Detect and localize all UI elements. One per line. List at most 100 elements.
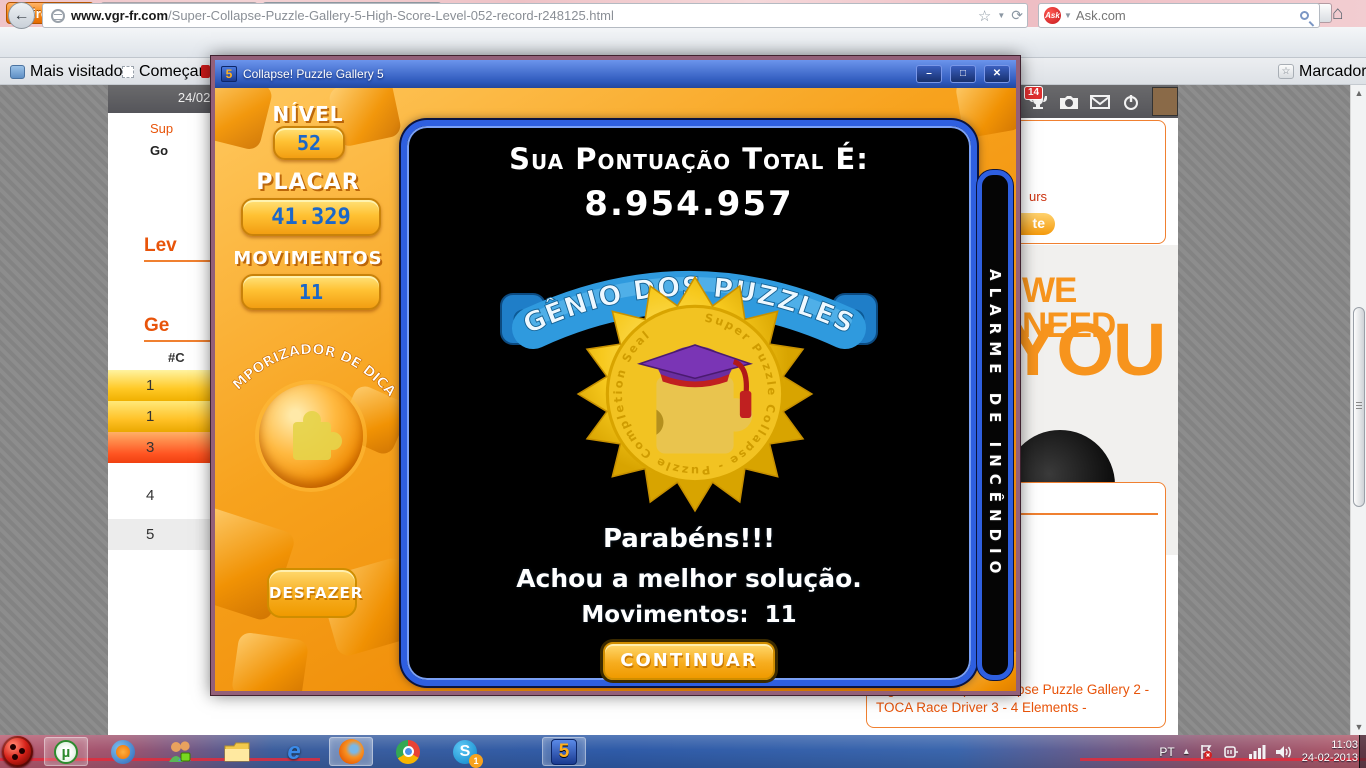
taskbar-utorrent[interactable]: µ bbox=[44, 737, 88, 766]
bookmark-most-visited[interactable]: Mais visitados bbox=[10, 58, 130, 85]
rank-cell: 5 bbox=[146, 526, 154, 543]
url-dropdown-icon[interactable]: ▼ bbox=[997, 11, 1005, 20]
search-icon[interactable] bbox=[1300, 11, 1309, 20]
system-tray: PT ▴ 11:03 24-02-2013 bbox=[1159, 735, 1358, 768]
globe-icon bbox=[51, 9, 65, 23]
power-icon[interactable] bbox=[1121, 94, 1141, 110]
action-center-flag-icon[interactable] bbox=[1198, 744, 1214, 760]
utorrent-icon: µ bbox=[54, 740, 78, 764]
power-plug-icon[interactable] bbox=[1223, 744, 1239, 760]
cube-decoration bbox=[231, 631, 309, 691]
game-link-line[interactable]: TOCA Race Driver 3 - 4 Elements - bbox=[876, 699, 1159, 717]
table-row: 3 bbox=[108, 432, 222, 463]
language-indicator[interactable]: PT bbox=[1159, 745, 1174, 759]
page-date: 24/02/ bbox=[178, 90, 214, 105]
game-minimize-button[interactable]: – bbox=[916, 65, 942, 83]
score-value: 41.329 bbox=[241, 198, 381, 236]
desktop: – ❐ ✕ Firefox ▾ Video Games Records - Lo… bbox=[0, 0, 1366, 768]
bookmark-star-icon[interactable]: ☆ bbox=[978, 7, 991, 25]
taskbar-firefox[interactable] bbox=[329, 737, 373, 766]
back-button[interactable]: ← bbox=[8, 2, 35, 29]
url-domain: www.vgr-fr.com bbox=[71, 8, 168, 23]
bookmark-label: Mais visitados bbox=[30, 63, 130, 81]
mail-icon[interactable] bbox=[1090, 94, 1110, 110]
page-header-bar-left: 24/02/ bbox=[108, 85, 222, 113]
table-row: 1 bbox=[108, 370, 222, 401]
folder-icon bbox=[223, 740, 251, 764]
clock[interactable]: 11:03 24-02-2013 bbox=[1302, 739, 1358, 765]
url-path: /Super-Collapse-Puzzle-Gallery-5-High-Sc… bbox=[168, 8, 972, 23]
start-button[interactable] bbox=[2, 736, 33, 767]
solution-text: Achou a melhor solução. bbox=[407, 564, 971, 593]
fire-alarm-tab[interactable]: ALARME DE INCÊNDIO bbox=[977, 170, 1013, 680]
continue-button[interactable]: CONTINUAR bbox=[603, 642, 775, 680]
scrollbar[interactable]: ▲ ▼ bbox=[1350, 85, 1366, 735]
page-link[interactable]: Sup bbox=[150, 121, 173, 136]
taskbar-media-player[interactable] bbox=[101, 737, 145, 766]
search-engine-dropdown-icon[interactable]: ▼ bbox=[1064, 11, 1072, 20]
table-row: 1 bbox=[108, 401, 222, 432]
game-window: 5 Collapse! Puzzle Gallery 5 – □ ✕ NÍVEL… bbox=[211, 56, 1020, 695]
ask-logo-icon[interactable]: Ask bbox=[1044, 7, 1061, 24]
taskbar-explorer[interactable] bbox=[215, 737, 259, 766]
taskbar-internet-explorer[interactable]: e bbox=[272, 737, 316, 766]
rank-cell: 3 bbox=[146, 439, 154, 456]
hint-ball-button[interactable] bbox=[259, 384, 363, 488]
scroll-up-icon[interactable]: ▲ bbox=[1351, 85, 1366, 101]
taskbar-chrome[interactable] bbox=[386, 737, 430, 766]
messenger-icon bbox=[167, 740, 193, 764]
url-input[interactable]: www.vgr-fr.com /Super-Collapse-Puzzle-Ga… bbox=[42, 3, 1028, 28]
hidden-icons-arrow-icon[interactable]: ▴ bbox=[1184, 746, 1189, 757]
moves-number: 11 bbox=[299, 280, 323, 304]
level-value: 52 bbox=[273, 126, 345, 160]
skype-badge: 1 bbox=[469, 754, 483, 768]
game-titlebar[interactable]: 5 Collapse! Puzzle Gallery 5 – □ ✕ bbox=[215, 60, 1016, 88]
game-window-title: Collapse! Puzzle Gallery 5 bbox=[243, 67, 908, 81]
score-label: PLACAR bbox=[217, 170, 399, 195]
camera-icon[interactable] bbox=[1059, 94, 1079, 110]
red-bookmark-icon bbox=[201, 65, 210, 78]
table-row: 4 bbox=[108, 480, 222, 511]
avatar[interactable] bbox=[1152, 87, 1178, 116]
reload-icon[interactable]: ⟳ bbox=[1011, 7, 1023, 24]
page-background-left bbox=[0, 85, 108, 735]
chrome-icon bbox=[396, 740, 420, 764]
bookmark-hidden[interactable] bbox=[201, 58, 210, 85]
poster-line2: YOU bbox=[1008, 313, 1165, 387]
bookmarks-menu-label: Marcadores bbox=[1299, 63, 1366, 81]
search-box[interactable]: Ask ▼ bbox=[1038, 3, 1320, 28]
scroll-down-icon[interactable]: ▼ bbox=[1351, 719, 1366, 735]
game-content: NÍVEL 52 PLACAR 41.329 MOVIMENTOS 11 TEM… bbox=[215, 88, 1016, 691]
taskbar-puzzle-gallery-5[interactable]: 5 bbox=[542, 737, 586, 766]
scrollbar-thumb[interactable] bbox=[1353, 307, 1365, 507]
profile-panel: urs te bbox=[1000, 120, 1166, 244]
undo-button[interactable]: DESFAZER bbox=[267, 568, 357, 618]
bookmarks-menu-button[interactable]: ☆ Marcadores bbox=[1278, 58, 1366, 85]
volume-icon[interactable] bbox=[1275, 744, 1293, 760]
bookmarks-star-icon: ☆ bbox=[1278, 64, 1294, 79]
game-close-button[interactable]: ✕ bbox=[984, 65, 1010, 83]
page-text: Go bbox=[150, 143, 168, 158]
score-number: 41.329 bbox=[271, 205, 350, 230]
taskbar-skype[interactable]: S 1 bbox=[443, 737, 487, 766]
level-label: NÍVEL bbox=[217, 102, 399, 126]
most-visited-icon bbox=[10, 65, 25, 79]
home-icon[interactable]: ⌂ bbox=[1332, 3, 1343, 25]
moves-label: MOVIMENTOS bbox=[217, 248, 399, 269]
show-desktop-button[interactable] bbox=[1359, 735, 1366, 768]
moves-value: 11 bbox=[241, 274, 381, 310]
dialog-score: 8.954.957 bbox=[407, 184, 971, 224]
level-number: 52 bbox=[297, 131, 321, 155]
skype-icon: S 1 bbox=[453, 740, 477, 764]
game-maximize-button[interactable]: □ bbox=[950, 65, 976, 83]
search-input[interactable] bbox=[1076, 8, 1300, 23]
table-row: 5 bbox=[108, 519, 222, 550]
moves-text: Movimentos: 11 bbox=[407, 602, 971, 628]
page-background-right bbox=[1178, 85, 1350, 735]
puzzle-medal: Super Puzzle Collapse - Puzzle Completio… bbox=[575, 274, 815, 514]
puzzle-gallery-5-icon: 5 bbox=[551, 739, 577, 765]
navigation-bar bbox=[0, 27, 1366, 58]
taskbar-messenger[interactable] bbox=[158, 737, 202, 766]
network-signal-icon[interactable] bbox=[1248, 744, 1266, 760]
tray-date: 24-02-2013 bbox=[1302, 752, 1358, 765]
